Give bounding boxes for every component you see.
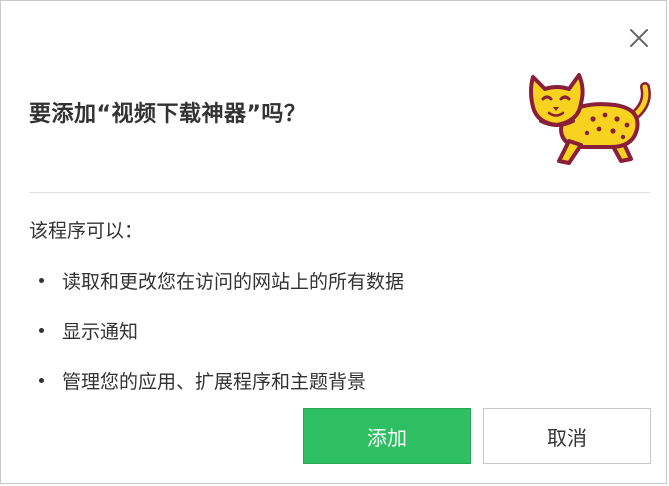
add-button[interactable]: 添加 (303, 408, 471, 464)
cheetah-mascot-icon (523, 63, 653, 167)
cancel-button[interactable]: 取消 (483, 408, 651, 464)
extension-install-dialog: 要添加“视频下载神器”吗？ 该程序可以： 读取和更改您在访问的网站上的所有数据 … (0, 0, 667, 484)
bullet-icon (39, 327, 44, 333)
list-item: 显示通知 (29, 305, 404, 355)
permission-text: 读取和更改您在访问的网站上的所有数据 (62, 270, 405, 293)
close-button[interactable] (626, 25, 652, 51)
bullet-icon (39, 277, 44, 283)
permissions-heading: 该程序可以： (29, 220, 144, 242)
permission-text: 显示通知 (62, 320, 139, 343)
bullet-icon (39, 377, 44, 383)
permission-text: 管理您的应用、扩展程序和主题背景 (62, 370, 367, 393)
list-item: 管理您的应用、扩展程序和主题背景 (29, 355, 404, 405)
list-item: 读取和更改您在访问的网站上的所有数据 (29, 255, 404, 305)
permissions-list: 读取和更改您在访问的网站上的所有数据 显示通知 管理您的应用、扩展程序和主题背景 (29, 255, 404, 405)
section-divider (29, 192, 650, 193)
dialog-title: 要添加“视频下载神器”吗？ (29, 102, 307, 127)
close-icon (630, 29, 648, 47)
